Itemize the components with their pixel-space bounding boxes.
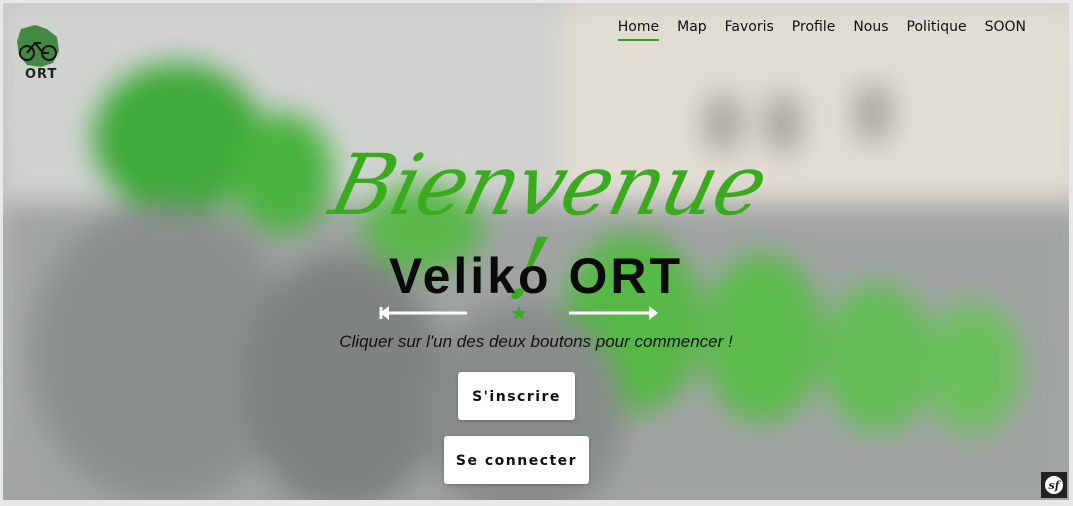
logo-text: ORT [25,67,58,82]
nav-item-soon[interactable]: SOON [977,17,1034,41]
main-nav: Home Map Favoris Profile Nous Politique … [608,17,1034,41]
nav-item-profile[interactable]: Profile [784,17,844,41]
nav-item-nous[interactable]: Nous [845,17,896,41]
nav-item-map[interactable]: Map [669,17,715,41]
symfony-debug-badge[interactable]: sf [1041,472,1067,498]
hero-subtitle: Cliquer sur l'un des deux boutons pour c… [339,332,733,351]
site-logo[interactable]: ORT [13,23,65,85]
page-title: Veliko ORT [389,248,683,304]
signup-button[interactable]: S'inscrire [458,372,575,420]
nav-item-politique[interactable]: Politique [899,17,975,41]
login-button[interactable]: Se connecter [444,436,589,484]
nav-item-favoris[interactable]: Favoris [717,17,782,41]
hero-section: ORT Home Map Favoris Profile Nous Politi… [3,3,1069,500]
star-icon [511,306,527,320]
symfony-icon: sf [1045,476,1063,494]
title-divider [379,306,658,320]
nav-item-home[interactable]: Home [610,17,667,41]
